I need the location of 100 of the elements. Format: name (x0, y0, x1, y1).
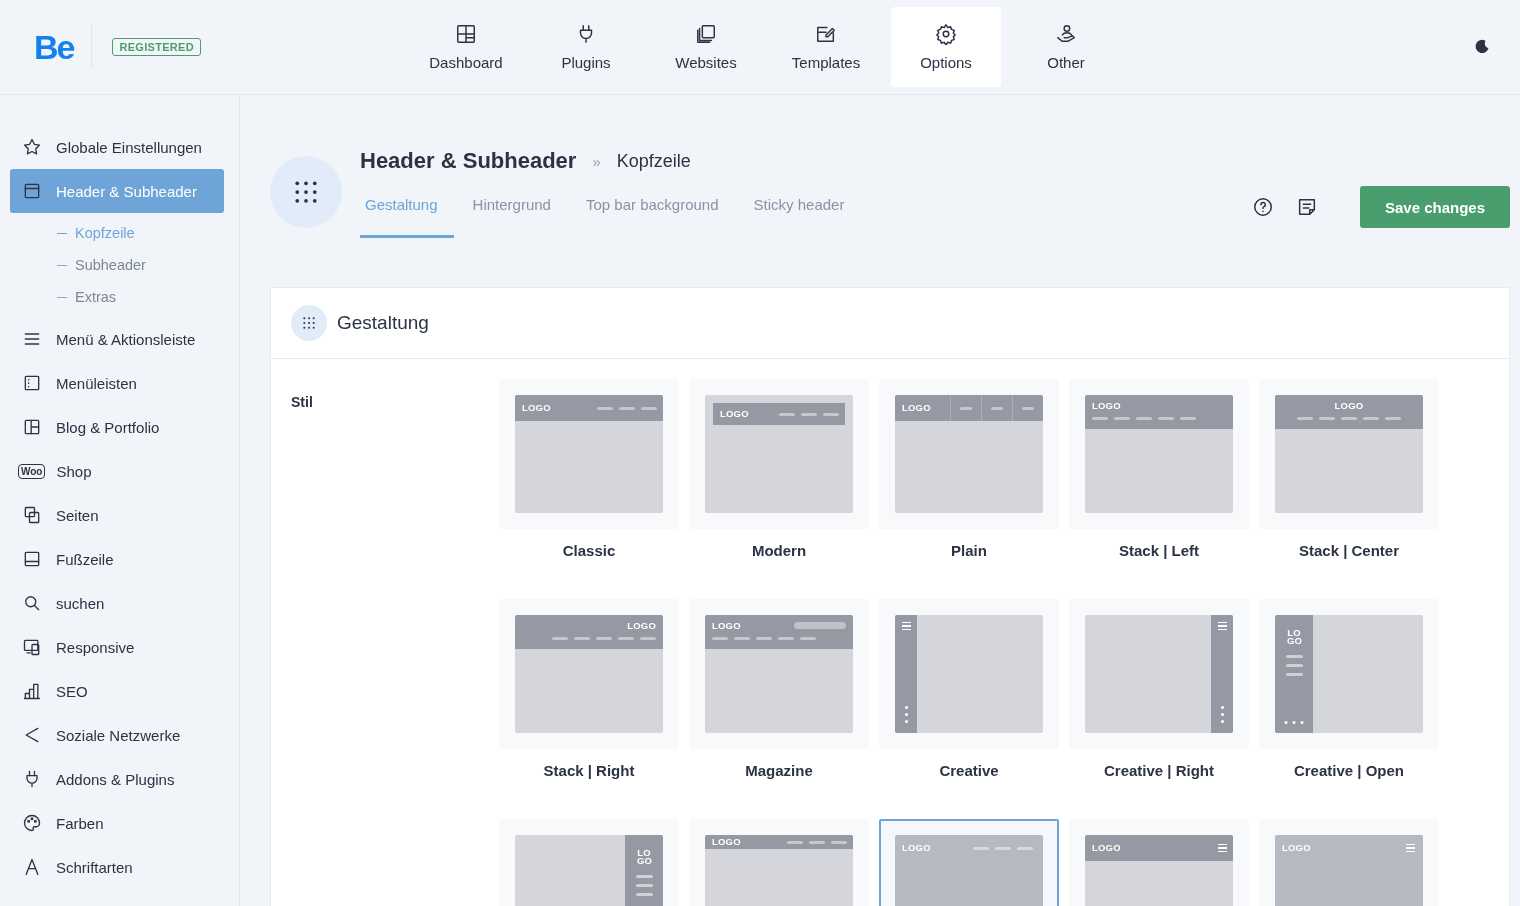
search-bar-drawing (794, 622, 846, 630)
sidebar-item[interactable]: Fußzeile (10, 537, 224, 581)
logo-text: LOGO (1092, 843, 1121, 853)
layout-option[interactable]: LOGO (689, 599, 869, 749)
sidebar-item[interactable]: Soziale Netzwerke (10, 713, 224, 757)
layout-option[interactable] (879, 599, 1059, 749)
bar-chart-icon (22, 681, 42, 701)
responsive-icon (22, 637, 42, 657)
save-button[interactable]: Save changes (1360, 186, 1510, 228)
logo-text: LOGO (712, 837, 741, 847)
footer-icon (22, 549, 42, 569)
nav-tab[interactable]: Plugins (531, 7, 641, 87)
sidebar-subitem[interactable]: Subheader (57, 249, 239, 281)
copies-icon (695, 23, 717, 45)
sidebar-item[interactable]: Blog & Portfolio (10, 405, 224, 449)
sidebar-item[interactable]: SEO (10, 669, 224, 713)
layout-option[interactable]: LO GO (1259, 599, 1439, 749)
list-panel-icon (22, 373, 42, 393)
layout-option[interactable]: LOGO (1069, 819, 1249, 906)
layout-label: Classic (561, 541, 617, 561)
hamburger-icon (901, 622, 911, 630)
layout-label: Stack | Right (542, 761, 636, 781)
layout-label: Creative | Right (1102, 761, 1216, 781)
logo-text: LOGO (1334, 401, 1364, 411)
brand-logo: Be (34, 25, 93, 69)
layout-option[interactable]: LOGO (689, 379, 869, 529)
page-subtitle: Kopfzeile (616, 150, 691, 172)
logo-text: LOGO (712, 621, 741, 631)
layout-option[interactable]: LOGO (1069, 379, 1249, 529)
section-tab[interactable]: Sticky header (748, 186, 861, 238)
sidebar-item[interactable]: Menü & Aktionsleiste (10, 317, 224, 361)
notes-icon[interactable] (1296, 196, 1318, 218)
columns-icon (22, 417, 42, 437)
sidebar-item[interactable]: Header & Subheader (10, 169, 224, 213)
layout-option[interactable]: LOGO (1259, 819, 1439, 906)
logo-text: LOGO (1092, 401, 1121, 411)
breadcrumb-separator: » (592, 152, 601, 170)
logo-text: LO GO (637, 849, 651, 866)
layout-option[interactable]: LOGO (689, 819, 869, 906)
layout-label: Magazine (744, 761, 814, 781)
layout-label: Stack | Left (1117, 541, 1201, 561)
grid-dots-icon (301, 315, 317, 331)
page-title: Header & Subheader (360, 148, 577, 174)
help-icon[interactable] (1252, 196, 1274, 218)
section-tab[interactable]: Top bar background (580, 186, 735, 238)
logo-text: LOGO (627, 621, 656, 631)
section-tab[interactable]: Gestaltung (360, 186, 454, 238)
nav-tab[interactable]: Templates (771, 7, 881, 87)
logo-text: LOGO (522, 403, 551, 413)
logo-text: LOGO (720, 409, 749, 419)
layout-label: Creative (938, 761, 1000, 781)
layout-option[interactable]: LO GO (499, 819, 679, 906)
layout-option[interactable]: LOGO (499, 599, 679, 749)
woo-icon: Woo (18, 463, 46, 479)
pages-icon (22, 505, 42, 525)
layout-label: Modern (750, 541, 808, 561)
layout-label: Creative | Open (1292, 761, 1406, 781)
sidebar-item[interactable]: Farben (10, 801, 224, 845)
layout-option[interactable]: LOGO (499, 379, 679, 529)
sidebar-item[interactable]: Responsive (10, 625, 224, 669)
field-label: Stil (291, 393, 314, 412)
layout-label: Stack | Center (1297, 541, 1401, 561)
hamburger-icon (1217, 622, 1227, 630)
sidebar-item[interactable]: Menüleisten (10, 361, 224, 405)
logo-text: LO GO (1287, 629, 1301, 646)
sidebar-item[interactable]: Schriftarten (10, 845, 224, 889)
sidebar-item[interactable]: Woo Shop (10, 449, 224, 493)
dots-icon (904, 706, 908, 723)
search-icon (22, 593, 42, 613)
person-hand-icon (1055, 23, 1077, 45)
dots-icon (1284, 721, 1304, 724)
sidebar-item[interactable]: Globale Einstellungen (10, 125, 224, 169)
sidebar-item[interactable]: Addons & Plugins (10, 757, 224, 801)
nav-tab[interactable]: Options (891, 7, 1001, 87)
settings-icon (935, 23, 957, 45)
layout-option[interactable]: LOGO (879, 379, 1059, 529)
star-icon (22, 137, 42, 157)
nav-tab[interactable]: Dashboard (411, 7, 521, 87)
logo-text: LOGO (902, 403, 931, 413)
sidebar-subitem[interactable]: Kopfzeile (57, 217, 239, 249)
logo-text: LOGO (902, 843, 931, 853)
logo-text: LOGO (1282, 843, 1311, 853)
hamburger-icon (1218, 844, 1227, 852)
layout-option[interactable] (1069, 599, 1249, 749)
section-tab[interactable]: Hintergrund (467, 186, 567, 238)
sidebar-item[interactable]: suchen (10, 581, 224, 625)
registered-badge: REGISTERED (112, 38, 201, 56)
layout-label: Plain (950, 541, 988, 561)
dots-icon (1220, 706, 1224, 723)
panel-title: Gestaltung (337, 312, 429, 334)
dashboard-icon (455, 23, 477, 45)
sidebar-subitem[interactable]: Extras (57, 281, 239, 313)
nav-tab[interactable]: Websites (651, 7, 761, 87)
layout-option[interactable]: LOGO (1259, 379, 1439, 529)
nav-tab[interactable]: Other (1011, 7, 1121, 87)
sidebar-item[interactable]: Seiten (10, 493, 224, 537)
window-icon (22, 181, 42, 201)
layout-option[interactable]: LOGO (879, 819, 1059, 906)
hamburger-icon (1406, 844, 1415, 852)
palette-icon (22, 813, 42, 833)
